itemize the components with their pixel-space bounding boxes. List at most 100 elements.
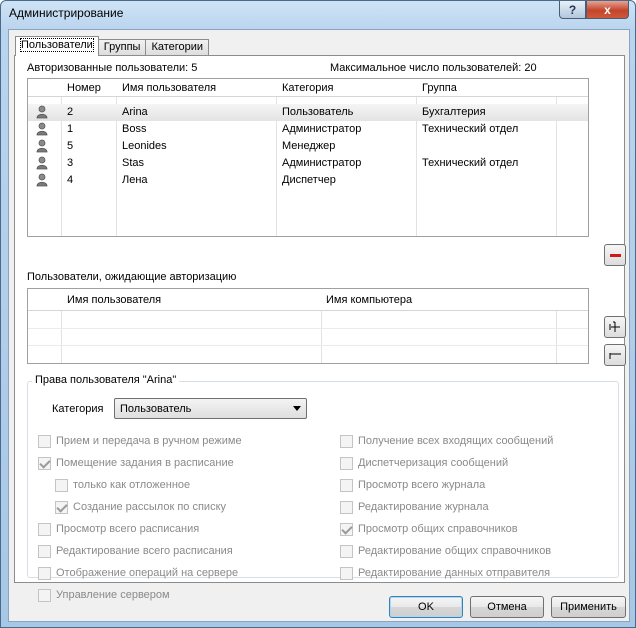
row-divider — [28, 345, 588, 346]
table-row[interactable]: 2 Arina Пользователь Бухгалтерия — [28, 104, 588, 121]
tab-users-label: Пользователи — [20, 38, 94, 52]
category-label: Категория — [52, 403, 104, 415]
cell-username: Boss — [122, 123, 147, 135]
permission-checkbox[interactable] — [38, 567, 51, 580]
permission-label: Редактирование данных отправителя — [358, 567, 551, 579]
permission-checkbox[interactable] — [38, 589, 51, 602]
cell-number: 4 — [67, 174, 74, 186]
permission-checkbox[interactable] — [340, 567, 353, 580]
table-header: Номер Имя пользователя Категория Группа — [28, 79, 588, 97]
permission-checkbox[interactable] — [340, 545, 353, 558]
max-users-label: Максимальное число пользователей: 20 — [330, 62, 537, 74]
cell-username: Лена — [122, 174, 148, 186]
user-rights-title: Права пользователя "Arina" — [32, 374, 180, 386]
user-icon — [36, 105, 48, 119]
tab-strip: Пользователи Группы Категории — [15, 36, 210, 56]
user-icon — [36, 122, 48, 136]
permission-checkbox[interactable] — [55, 479, 68, 492]
dialog-client: Пользователи Группы Категории Авторизова… — [8, 29, 630, 622]
category-select[interactable]: Пользователь — [114, 398, 307, 419]
pending-users-label: Пользователи, ожидающие авторизацию — [27, 271, 237, 283]
cell-username: Arina — [122, 106, 148, 118]
permission-label: Просмотр всего журнала — [358, 479, 486, 491]
ok-button[interactable]: OK — [389, 596, 463, 618]
user-icon — [36, 139, 48, 153]
header-group[interactable]: Группа — [422, 82, 457, 94]
add-pending-user-button[interactable] — [604, 316, 626, 338]
permission-checkbox[interactable] — [340, 523, 353, 536]
permission-label: Прием и передача в ручном режиме — [56, 435, 242, 447]
cell-group: Технический отдел — [422, 123, 519, 135]
permission-label: Получение всех входящих сообщений — [358, 435, 554, 447]
permission-checkbox[interactable] — [38, 435, 51, 448]
table-header: Имя пользователя Имя компьютера — [28, 289, 588, 311]
cell-username: Leonides — [122, 140, 167, 152]
reject-pending-user-button[interactable] — [604, 344, 626, 366]
cell-username: Stas — [122, 157, 145, 169]
table-row[interactable]: 3 Stas Администратор Технический отдел — [28, 155, 588, 172]
cell-category: Администратор — [282, 157, 362, 169]
pending-users-table[interactable]: Имя пользователя Имя компьютера — [27, 288, 589, 364]
close-button[interactable]: x — [586, 1, 629, 19]
tab-users[interactable]: Пользователи — [15, 36, 99, 56]
permission-checkbox[interactable] — [38, 457, 51, 470]
permission-checkbox[interactable] — [55, 501, 68, 514]
remove-user-button[interactable] — [604, 244, 626, 266]
cell-category: Администратор — [282, 123, 362, 135]
user-rights-group: Права пользователя "Arina" Категория Пол… — [27, 374, 619, 602]
permission-label: Редактирование общих справочников — [358, 545, 552, 557]
cell-number: 3 — [67, 157, 74, 169]
table-row[interactable]: 1 Boss Администратор Технический отдел — [28, 121, 588, 138]
permission-checkbox[interactable] — [38, 523, 51, 536]
cell-group: Технический отдел — [422, 157, 519, 169]
plus-icon — [609, 321, 620, 332]
table-row[interactable]: 4 Лена Диспетчер — [28, 172, 588, 189]
category-select-value: Пользователь — [120, 403, 192, 415]
permission-label: Отображение операций на сервере — [56, 567, 239, 579]
cell-number: 1 — [67, 123, 74, 135]
help-button[interactable]: ? — [559, 1, 586, 19]
cell-category: Пользователь — [282, 106, 354, 118]
table-row[interactable]: 5 Leonides Менеджер — [28, 138, 588, 155]
tab-groups-label: Группы — [103, 41, 141, 53]
permission-label: Редактирование журнала — [358, 501, 489, 513]
authorized-users-table[interactable]: Номер Имя пользователя Категория Группа … — [27, 78, 589, 237]
permission-label: Помещение задания в расписание — [56, 457, 234, 469]
cancel-button[interactable]: Отмена — [470, 596, 544, 618]
minus-icon — [609, 353, 621, 359]
minus-icon — [610, 254, 621, 257]
authorized-count-label: Авторизованные пользователи: 5 — [27, 62, 198, 74]
cell-number: 5 — [67, 140, 74, 152]
tab-categories[interactable]: Категории — [145, 39, 210, 56]
tab-categories-label: Категории — [151, 41, 204, 53]
chevron-down-icon — [293, 406, 301, 411]
permission-label: Редактирование всего расписания — [56, 545, 233, 557]
users-tab-panel: Авторизованные пользователи: 5 Максималь… — [14, 55, 626, 602]
permission-label: только как отложенное — [73, 479, 191, 491]
permission-checkbox[interactable] — [340, 501, 353, 514]
cell-number: 2 — [67, 106, 74, 118]
tab-groups[interactable]: Группы — [97, 39, 147, 56]
apply-button[interactable]: Применить — [551, 596, 626, 618]
header-computer-name[interactable]: Имя компьютера — [326, 294, 412, 306]
permission-label: Диспетчеризация сообщений — [358, 457, 509, 469]
user-icon — [36, 173, 48, 187]
row-divider — [28, 328, 588, 329]
permission-label: Просмотр общих справочников — [358, 523, 518, 535]
permission-label: Просмотр всего расписания — [56, 523, 200, 535]
dialog-window: Администрирование ? x Пользователи Групп… — [0, 0, 636, 628]
permission-label: Создание рассылок по списку — [73, 501, 227, 513]
header-category[interactable]: Категория — [282, 82, 333, 94]
cell-category: Менеджер — [282, 140, 336, 152]
header-number[interactable]: Номер — [67, 82, 101, 94]
cell-group: Бухгалтерия — [422, 106, 486, 118]
header-username[interactable]: Имя пользователя — [122, 82, 216, 94]
permission-checkbox[interactable] — [340, 457, 353, 470]
permission-checkbox[interactable] — [38, 545, 51, 558]
permission-checkbox[interactable] — [340, 479, 353, 492]
cell-category: Диспетчер — [282, 174, 336, 186]
user-icon — [36, 156, 48, 170]
permission-checkbox[interactable] — [340, 435, 353, 448]
title-bar[interactable]: Администрирование ? x — [1, 1, 635, 27]
header-username[interactable]: Имя пользователя — [67, 294, 161, 306]
